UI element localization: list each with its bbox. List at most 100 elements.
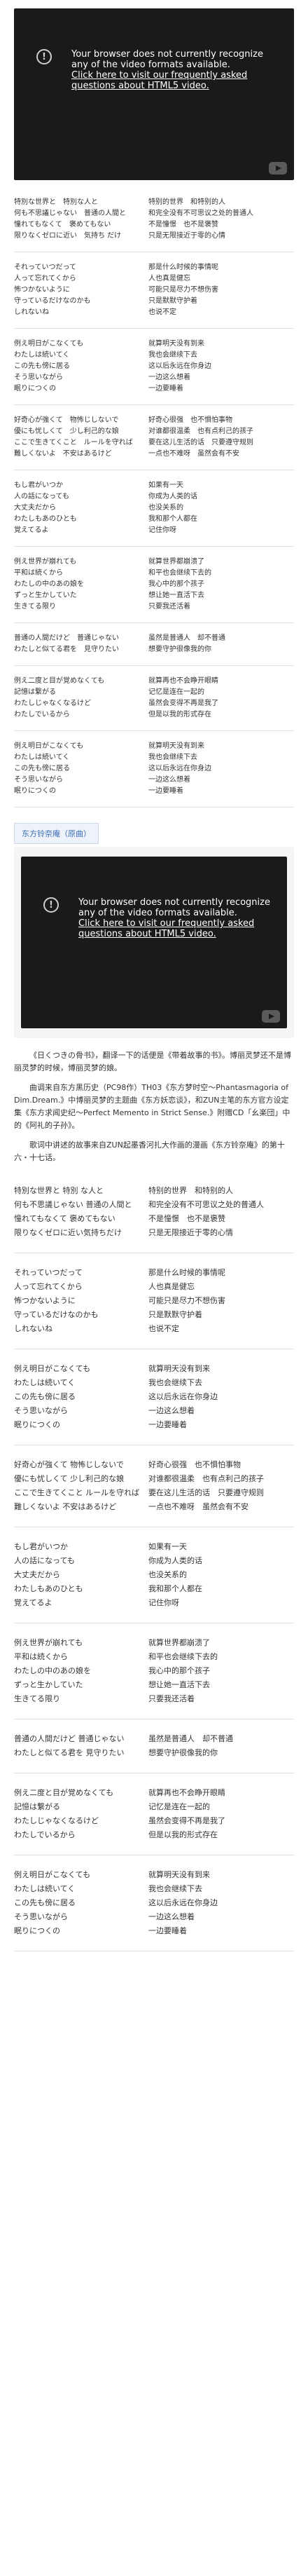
lyric-line: 難しくないよ 不安はあるけど [14, 450, 112, 458]
lyric-stanza: 普通の人間だけど 普通じゃない わたしと似てる君を 見守りたい 虽然是普通人 却不普… [14, 1719, 294, 1773]
lyric-line: ずっと生かしていた [14, 1680, 83, 1689]
lyric-line: 我心中的那个孩子 [148, 1666, 210, 1675]
lyric-line: わたしと似てる君を 見守りたい [14, 646, 119, 653]
lyric-line: 这以后永远在你身边 [148, 1392, 218, 1401]
lyric-line: 一边要睡着 [148, 1926, 187, 1935]
lyric-line: 限りなくゼロに近い気持ちだけ [14, 1228, 122, 1237]
lyric-japanese: 例え明日がこなくても わたしは続いてく この先も傍に居る そう思いながら 眠りにつくの [14, 741, 148, 797]
lyric-line: 例え世界が崩れても [14, 558, 77, 566]
lyric-line: 大丈夫だから [14, 504, 56, 512]
lyric-line: 記憶は繋がる [14, 1802, 60, 1811]
video-player[interactable]: ! Your browser does not currently recogn… [14, 8, 294, 180]
lyric-japanese: もし君がいつか 人の話になっても 大丈夫だから わたしもあのひとも 覚えてるよ [14, 480, 148, 536]
lyric-japanese: 例え二度と目が覚めなくても 記憶は繋がる わたしじゃなくなるけど わたしでいるから [14, 1786, 148, 1842]
lyrics-bottom: 特別な世界と 特別 な人と 何も不思議じゃない 普通の人間と 憧れてもなくて 褒めて… [14, 1171, 294, 1951]
lyric-line: 好奇心が強くて 物怖じしないで [14, 1460, 124, 1469]
lyric-japanese: 特別な世界と 特別な人と 何も不思議じゃない 普通の人間と 憧れてもなくて 褒めても… [14, 197, 148, 242]
lyric-line: 記憶は繋がる [14, 688, 56, 696]
lyric-line: 平和は続くから [14, 569, 63, 577]
lyric-line: この先も傍に居る [14, 765, 70, 772]
lyric-line: 憧れてもなくて 褒めてもない [14, 221, 111, 229]
lyric-line: 想让她一直活下去 [148, 592, 204, 599]
lyric-chinese: 就算再也不会睁开眼睛 记忆是连在一起的 虽然会变得不再是我了 但是以我的形式存在 [148, 676, 294, 721]
lyric-line: 如果有一天 [148, 1542, 187, 1551]
faq-link[interactable]: Click here to visit our frequently asked… [71, 70, 267, 91]
lyric-stanza: それっていつだって 人って忘れてくから 怖つかないように 守っているだけなのかも しれな… [14, 252, 294, 329]
lyric-line: 但是以我的形式存在 [148, 1830, 218, 1839]
lyric-line: 对谁都很温柔 也有点利己的孩子 [148, 1474, 264, 1483]
lyric-stanza: 例え明日がこなくても わたしは続いてく この先も傍に居る そう思いながら 眠りにつくの就… [14, 731, 294, 807]
lyric-line: 眠りにつくの [14, 385, 56, 393]
lyric-line: 虽然是普通人 却不普通 [148, 634, 225, 642]
lyric-line: 想要守护很像我的你 [148, 1748, 218, 1757]
lyrics-top: 特別な世界と 特別な人と 何も不思議じゃない 普通の人間と 憧れてもなくて 褒めても… [14, 187, 294, 807]
lyric-line: 優にも忧しくて 少し利己的な娘 [14, 1474, 125, 1483]
lyric-line: 就算再也不会睁开眼睛 [148, 1788, 225, 1797]
lyric-line: 记住你呀 [148, 526, 176, 534]
lyric-line: わたしは続いてく [14, 1378, 76, 1387]
lyric-stanza: 普通の人間だけど 普通じゃない わたしと似てる君を 見守りたい 虽然是普通人 却不普… [14, 623, 294, 666]
lyric-line: わたしの中のあの娘を [14, 580, 84, 588]
lyric-line: 只要我还活着 [148, 603, 190, 611]
lyric-line: 只要我还活着 [148, 1694, 195, 1703]
lyric-stanza: 好奇心が強くて 物怖じしないで 優にも忧しくて 少し利己的な娘 ここで生きてくこと … [14, 1445, 294, 1527]
lyric-line: 眠りにつくの [14, 787, 56, 795]
lyric-line: 我和那个人都在 [148, 515, 197, 523]
lyric-line: 一边这么想着 [148, 374, 190, 381]
lyric-line: わたしと似てる君を 見守りたい [14, 1748, 125, 1757]
lyric-line: もし君がいつか [14, 1542, 68, 1551]
lyric-line: 普通の人間だけど 普通じゃない [14, 1734, 125, 1743]
lyric-line: 何も不思議じゃない 普通の人間と [14, 1200, 132, 1209]
lyric-line: 和完全没有不可思议之处的普通人 [148, 1200, 264, 1209]
lyric-line: 要在这儿生活的话 只要遵守规则 [148, 439, 253, 447]
video-player-2[interactable]: ! Your browser does not currently recogn… [21, 857, 287, 1028]
page: ! Your browser does not currently recogn… [0, 8, 308, 1965]
lyric-line: 一边这么想着 [148, 1912, 195, 1921]
lyric-line: 人って忘れてくから [14, 1282, 83, 1291]
lyric-line: わたしもあのひとも [14, 1584, 83, 1593]
lyric-line: 難しくないよ 不安はあるけど [14, 1502, 117, 1511]
lyric-line: 你成为人类的话 [148, 1556, 202, 1565]
lyric-line: 只是无限接近于零的心情 [148, 232, 225, 240]
lyric-line: 例え世界が崩れても [14, 1638, 83, 1647]
lyric-line: 记住你呀 [148, 1598, 179, 1607]
lyric-line: 也没关系的 [148, 504, 183, 512]
lyric-line: 可能只是尽力不想伤害 [148, 286, 218, 294]
lyric-line: 我心中的那个孩子 [148, 580, 204, 588]
description-paragraph: 曲调来自东方黑历史（PC98作）TH03《东方梦时空～Phantasmagori… [14, 1083, 290, 1130]
description-paragraph: 《日くつきの骨书》，翻译一下的话便是《带着故事的书》。博丽灵梦还不是博丽灵梦的时… [14, 1051, 291, 1072]
lyric-line: 想要守护很像我的你 [148, 646, 211, 653]
lyric-line: 怖つかないように [14, 286, 70, 294]
lyric-line: ここで生きてくこと ルールを守れば [14, 439, 133, 447]
lyric-stanza: 例え世界が崩れても 平和は続くから わたしの中のあの娘を ずっと生かしていた 生きてる限… [14, 1623, 294, 1719]
lyric-line: 一边要睡着 [148, 787, 183, 795]
lyric-japanese: 好奇心が強くて 物怖じしないで 優にも忧しくて 少し利己的な娘 ここで生きてくこと … [14, 1458, 148, 1514]
lyric-line: 你成为人类的话 [148, 493, 197, 500]
lyric-line: 一点也不难呀 虽然会有不安 [148, 1502, 248, 1511]
lyric-chinese: 就算明天没有到来 我也会继续下去 这以后永远在你身边 一边这么想着 一边要睡着 [148, 741, 294, 797]
lyric-line: 不是憧憬 也不是褒赞 [148, 221, 218, 229]
youtube-logo-icon[interactable] [269, 162, 287, 175]
error-icon: ! [36, 49, 52, 64]
lyric-line: 就算明天没有到来 [148, 340, 204, 348]
lyric-chinese: 好奇心很强 也不惧怕事物 对谁都很温柔 也有点利己的孩子 要在这儿生活的话 只要遵守… [148, 1458, 294, 1514]
lyric-line: 只是无限接近于零的心情 [148, 1228, 233, 1237]
lyric-line: わたしもあのひとも [14, 515, 77, 523]
lyric-stanza: 例え世界が崩れても 平和は続くから わたしの中のあの娘を ずっと生かしていた 生きてる限… [14, 547, 294, 623]
lyric-line: 守っているだけなのかも [14, 297, 91, 305]
lyric-chinese: 好奇心很强 也不惧怕事物 对谁都很温柔 也有点利己的孩子 要在这儿生活的话 只要遵守… [148, 415, 294, 460]
lyric-line: 例え明日がこなくても [14, 742, 84, 750]
video-error: ! Your browser does not currently recogn… [36, 49, 267, 91]
lyric-line: 和平也会继续下去的 [148, 569, 211, 577]
lyric-line: 我也会继续下去 [148, 754, 197, 761]
lyric-chinese: 虽然是普通人 却不普通 想要守护很像我的你 [148, 633, 294, 655]
lyric-japanese: 例え明日がこなくても わたしは続いてく この先も傍に居る そう思いながら 眠りにつくの [14, 1868, 148, 1938]
faq-link-2[interactable]: Click here to visit our frequently asked… [78, 918, 274, 939]
lyric-line: 人の話になっても [14, 493, 69, 500]
lyric-line: わたしじゃなくなるけど [14, 1816, 99, 1825]
lyric-line: 要在这儿生活的话 只要遵守规则 [148, 1488, 264, 1497]
lyric-line: 平和は続くから [14, 1652, 68, 1661]
youtube-logo-icon[interactable] [262, 1010, 280, 1023]
lyric-line: 一边要睡着 [148, 385, 183, 393]
lyric-line: 想让她一直活下去 [148, 1680, 210, 1689]
